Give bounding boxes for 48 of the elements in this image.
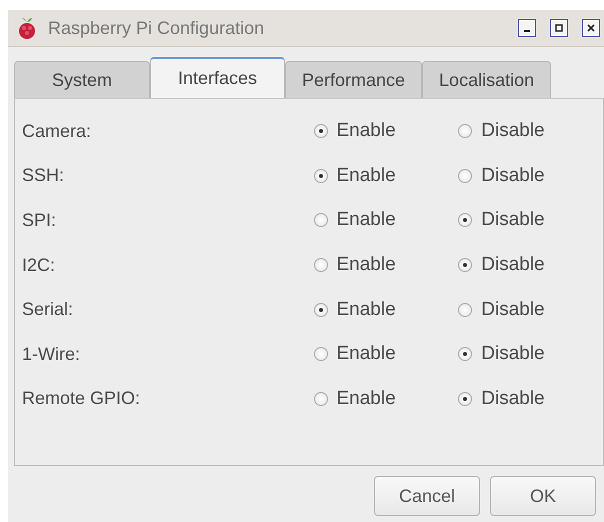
tab[interactable]: Localisation xyxy=(422,61,552,98)
setting-label: SPI: xyxy=(22,210,58,231)
radio-button[interactable] xyxy=(458,392,472,406)
radio-label[interactable]: Enable xyxy=(336,164,396,187)
radio-button[interactable] xyxy=(458,258,472,272)
radio-label[interactable]: Enable xyxy=(336,388,396,410)
tab[interactable]: Performance xyxy=(285,61,422,98)
radio-button[interactable] xyxy=(314,347,328,362)
radio-label[interactable]: Disable xyxy=(481,298,545,321)
radio-button[interactable] xyxy=(314,124,328,138)
radio-label[interactable]: Enable xyxy=(336,209,396,232)
radio-button[interactable] xyxy=(458,124,472,138)
radio-button[interactable] xyxy=(314,302,328,317)
radio-button[interactable] xyxy=(314,168,328,183)
tab[interactable]: Interfaces xyxy=(150,57,285,98)
radio-label[interactable]: Disable xyxy=(481,120,545,142)
radio-label[interactable]: Disable xyxy=(481,343,545,366)
setting-label: 1-Wire: xyxy=(22,344,81,365)
radio-button[interactable] xyxy=(458,168,472,183)
tab[interactable]: System xyxy=(14,61,150,98)
radio-label[interactable]: Enable xyxy=(336,120,396,142)
radio-button[interactable] xyxy=(458,347,472,362)
setting-label: Remote GPIO: xyxy=(22,388,142,410)
radio-label[interactable]: Enable xyxy=(336,254,396,276)
setting-label: Serial: xyxy=(22,299,74,320)
radio-button[interactable] xyxy=(314,392,328,406)
setting-label: I2C: xyxy=(22,254,56,276)
radio-label[interactable]: Disable xyxy=(481,254,545,276)
close-icon xyxy=(587,24,595,32)
ok-button[interactable]: OK xyxy=(490,476,596,516)
maximize-button[interactable] xyxy=(550,19,568,37)
radio-label[interactable]: Enable xyxy=(336,343,396,366)
radio-label[interactable]: Enable xyxy=(336,298,396,321)
radio-button[interactable] xyxy=(458,302,472,317)
setting-label: Camera: xyxy=(22,120,92,142)
radio-button[interactable] xyxy=(314,213,328,228)
radio-button[interactable] xyxy=(458,213,472,228)
raspberry-icon xyxy=(16,16,38,40)
radio-label[interactable]: Disable xyxy=(481,164,545,187)
maximize-icon xyxy=(555,24,563,32)
minimize-button[interactable] xyxy=(518,19,536,37)
cancel-button[interactable]: Cancel xyxy=(374,476,480,516)
radio-label[interactable]: Disable xyxy=(481,388,545,410)
radio-button[interactable] xyxy=(314,258,328,272)
setting-label: SSH: xyxy=(22,165,66,186)
close-button[interactable] xyxy=(582,19,600,37)
radio-label[interactable]: Disable xyxy=(481,209,545,232)
window-title: Raspberry Pi Configuration xyxy=(48,18,266,38)
